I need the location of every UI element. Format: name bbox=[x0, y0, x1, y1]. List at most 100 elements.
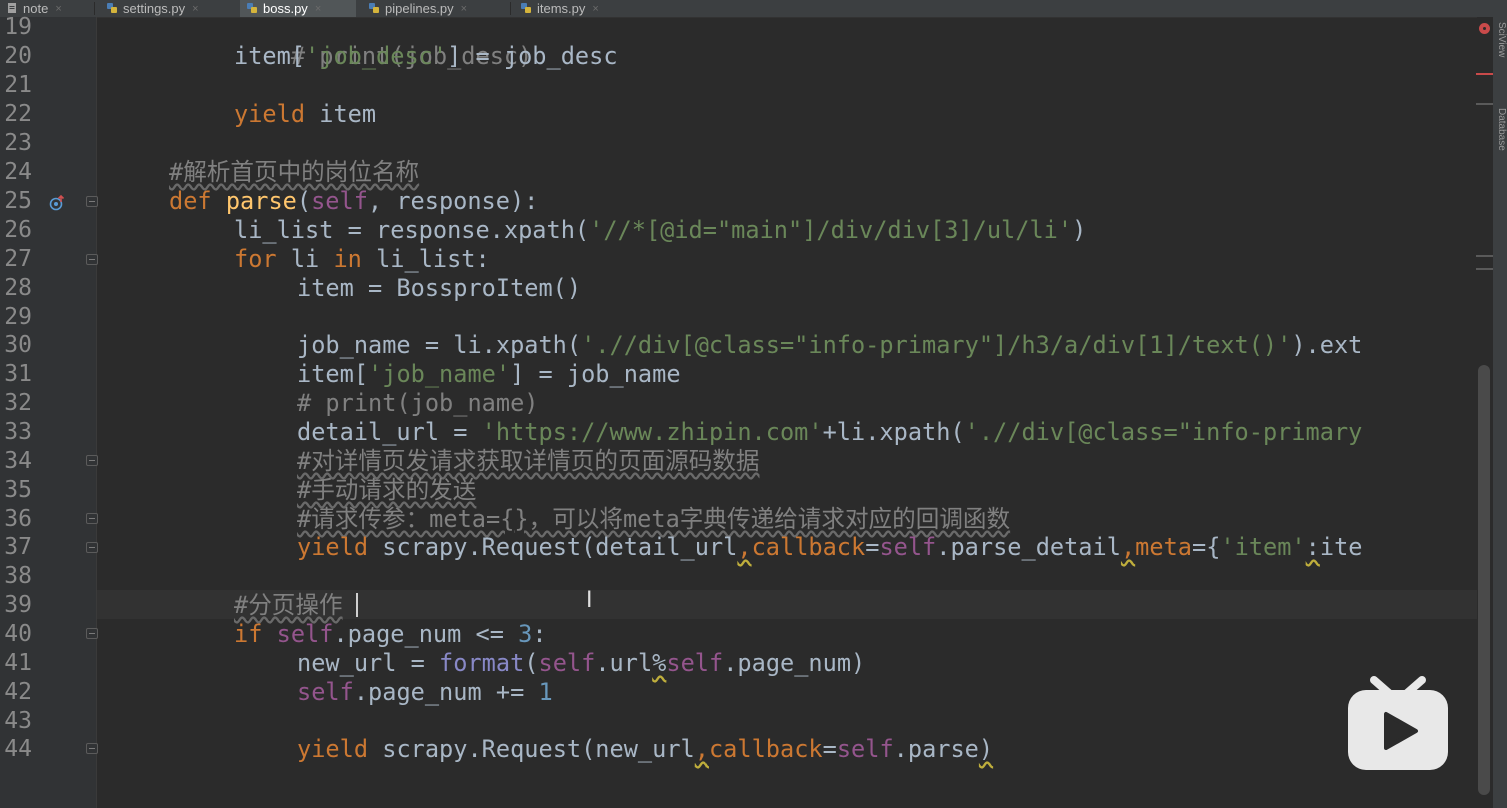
code-token: scrapy.Request(new_url bbox=[368, 735, 695, 763]
string-token: 'job_desc' bbox=[305, 42, 448, 70]
tab-divider bbox=[510, 2, 511, 15]
code-editor[interactable]: # print(job_desc) item['job_desc'] = job… bbox=[97, 17, 1477, 808]
line-number: 39 bbox=[4, 592, 32, 618]
line-number: 33 bbox=[4, 419, 32, 445]
code-line-44: yield scrapy.Request(new_url,callback=se… bbox=[297, 735, 993, 764]
code-token: ( bbox=[296, 187, 312, 215]
code-line-20: item['job_desc'] = job_desc bbox=[234, 42, 618, 71]
keyword-token: if bbox=[234, 620, 263, 648]
line-number: 27 bbox=[4, 246, 32, 272]
code-token: % bbox=[652, 649, 667, 677]
tab-label: boss.py bbox=[263, 1, 308, 16]
code-token: .url bbox=[595, 649, 653, 677]
stripe-mark[interactable] bbox=[1476, 255, 1493, 257]
code-token: , response): bbox=[367, 187, 539, 215]
line-number: 30 bbox=[4, 332, 32, 358]
code-token: item[ bbox=[297, 360, 369, 388]
line-number: 38 bbox=[4, 563, 32, 589]
line-number: 21 bbox=[4, 72, 32, 98]
keyword-arg-token: callback bbox=[708, 735, 823, 763]
number-token: 1 bbox=[538, 678, 553, 706]
code-line-25: def parse(self, response): bbox=[169, 187, 538, 216]
code-line-42: self.page_num += 1 bbox=[297, 678, 553, 707]
code-token: detail_url = bbox=[297, 418, 482, 446]
tab-label: settings.py bbox=[123, 1, 186, 16]
code-token: +li.xpath( bbox=[822, 418, 965, 446]
keyword-token: in bbox=[333, 245, 362, 273]
close-icon[interactable]: × bbox=[461, 3, 467, 15]
line-number: 34 bbox=[4, 448, 32, 474]
line-number: 44 bbox=[4, 736, 32, 762]
code-token: .parse bbox=[893, 735, 979, 763]
string-token: './/div[@class="info-primary bbox=[964, 418, 1363, 446]
line-number: 31 bbox=[4, 361, 32, 387]
close-icon[interactable]: × bbox=[315, 3, 321, 15]
self-token: self bbox=[297, 678, 354, 706]
line-number: 24 bbox=[4, 159, 32, 185]
function-name-token: parse bbox=[225, 187, 297, 215]
code-line-34: #对详情页发请求获取详情页的页面源码数据 bbox=[297, 447, 759, 476]
code-token: .page_num <= bbox=[333, 620, 519, 648]
line-number: 20 bbox=[4, 43, 32, 69]
self-token: self bbox=[311, 187, 368, 215]
code-token: .parse_detail bbox=[936, 533, 1121, 561]
line-number: 32 bbox=[4, 390, 32, 416]
string-token: 'item' bbox=[1220, 533, 1306, 561]
code-token: .page_num) bbox=[723, 649, 866, 677]
code-token: ) bbox=[1072, 216, 1087, 244]
line-number: 41 bbox=[4, 650, 32, 676]
stripe-mark[interactable] bbox=[1476, 268, 1493, 270]
python-file-icon bbox=[246, 2, 258, 14]
line-number: 43 bbox=[4, 708, 32, 734]
string-token: 'https://www.zhipin.com' bbox=[481, 418, 823, 446]
builtin-token: format bbox=[439, 649, 525, 677]
error-indicator-icon[interactable] bbox=[1479, 23, 1490, 34]
keyword-token: for bbox=[234, 245, 277, 273]
line-number: 35 bbox=[4, 477, 32, 503]
tab-settings-py[interactable]: settings.py × bbox=[100, 0, 236, 17]
comma-token: , bbox=[1120, 533, 1136, 561]
comma-token: , bbox=[694, 735, 709, 763]
code-token: item bbox=[305, 100, 377, 128]
comment: #分页操作 bbox=[234, 591, 343, 619]
text-caret bbox=[356, 593, 358, 617]
stripe-mark[interactable] bbox=[1476, 103, 1493, 105]
line-number: 23 bbox=[4, 130, 32, 156]
tool-window-database[interactable]: Database bbox=[1496, 108, 1507, 151]
code-line-41: new_url = format(self.url%self.page_num) bbox=[297, 649, 865, 678]
code-line-37: yield scrapy.Request(detail_url,callback… bbox=[297, 533, 1362, 562]
tool-window-sciview[interactable]: SciView bbox=[1496, 22, 1507, 57]
string-token: '//*[@id="main"]/div/div[3]/ul/li' bbox=[589, 216, 1073, 244]
code-line-39: #分页操作 bbox=[234, 591, 343, 620]
tab-boss-py[interactable]: boss.py × bbox=[240, 0, 356, 17]
error-mark[interactable] bbox=[1476, 73, 1493, 75]
close-icon[interactable]: × bbox=[192, 3, 198, 15]
line-number: 40 bbox=[4, 621, 32, 647]
code-token: li_list = response.xpath( bbox=[234, 216, 590, 244]
keyword-token: yield bbox=[297, 533, 369, 561]
close-icon[interactable]: × bbox=[592, 3, 598, 15]
code-token: ={ bbox=[1191, 533, 1221, 561]
code-line-22: yield item bbox=[234, 100, 376, 129]
line-number: 36 bbox=[4, 506, 32, 532]
override-method-icon[interactable] bbox=[49, 194, 67, 212]
line-number: 19 bbox=[4, 14, 32, 40]
line-number: 22 bbox=[4, 101, 32, 127]
code-line-35: #手动请求的发送 bbox=[297, 476, 476, 505]
comment: #手动请求的发送 bbox=[297, 476, 477, 504]
python-file-icon bbox=[106, 2, 118, 14]
code-token: ).ext bbox=[1291, 331, 1363, 359]
vertical-scrollbar-thumb[interactable] bbox=[1478, 365, 1490, 795]
comment: #请求传参：meta={}，可以将meta字典传递给请求对应的回调函数 bbox=[297, 505, 1011, 533]
text-file-icon bbox=[6, 2, 18, 14]
close-icon[interactable]: × bbox=[55, 3, 61, 15]
line-number: 42 bbox=[4, 679, 32, 705]
tab-pipelines-py[interactable]: pipelines.py × bbox=[362, 0, 508, 17]
self-token: self bbox=[538, 649, 596, 677]
tab-items-py[interactable]: items.py × bbox=[514, 0, 634, 17]
tab-divider bbox=[94, 2, 95, 15]
line-number: 37 bbox=[4, 534, 32, 560]
code-line-32: # print(job_name) bbox=[297, 389, 538, 418]
string-token: './/div[@class="info-primary"]/h3/a/div[… bbox=[581, 331, 1292, 359]
